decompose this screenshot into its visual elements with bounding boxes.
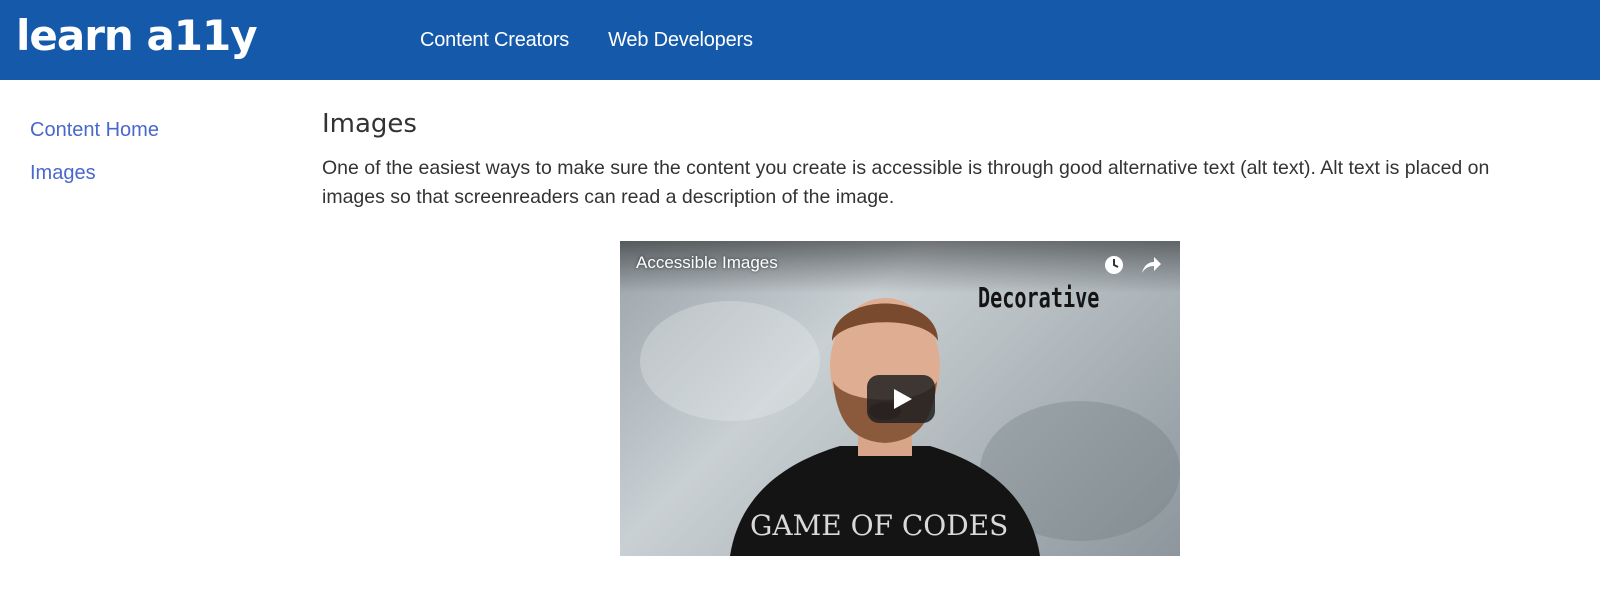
site-logo[interactable]: learn a11y <box>16 6 258 66</box>
sidebar: Content Home Images <box>30 118 159 204</box>
page-title: Images <box>322 109 417 139</box>
sidebar-item-images[interactable]: Images <box>30 161 159 185</box>
video-title[interactable]: Accessible Images <box>636 253 778 273</box>
sidebar-item-content-home[interactable]: Content Home <box>30 118 159 142</box>
video-player[interactable]: GAME OF CODES Accessible Images Decorati… <box>620 241 1180 556</box>
watch-later-icon[interactable] <box>1104 255 1124 275</box>
share-icon[interactable] <box>1140 255 1162 275</box>
main-content: Images One of the easiest ways to make s… <box>322 104 1502 212</box>
site-header: learn a11y Content Creators Web Develope… <box>0 0 1600 80</box>
play-icon[interactable] <box>867 375 935 423</box>
video-overlay-word: Decorative <box>978 281 1100 314</box>
top-navigation: Content Creators Web Developers <box>420 0 792 80</box>
nav-content-creators[interactable]: Content Creators <box>420 29 569 52</box>
nav-web-developers[interactable]: Web Developers <box>608 29 753 52</box>
intro-paragraph: One of the easiest ways to make sure the… <box>322 157 1490 208</box>
shirt-text: GAME OF CODES <box>750 509 1009 542</box>
